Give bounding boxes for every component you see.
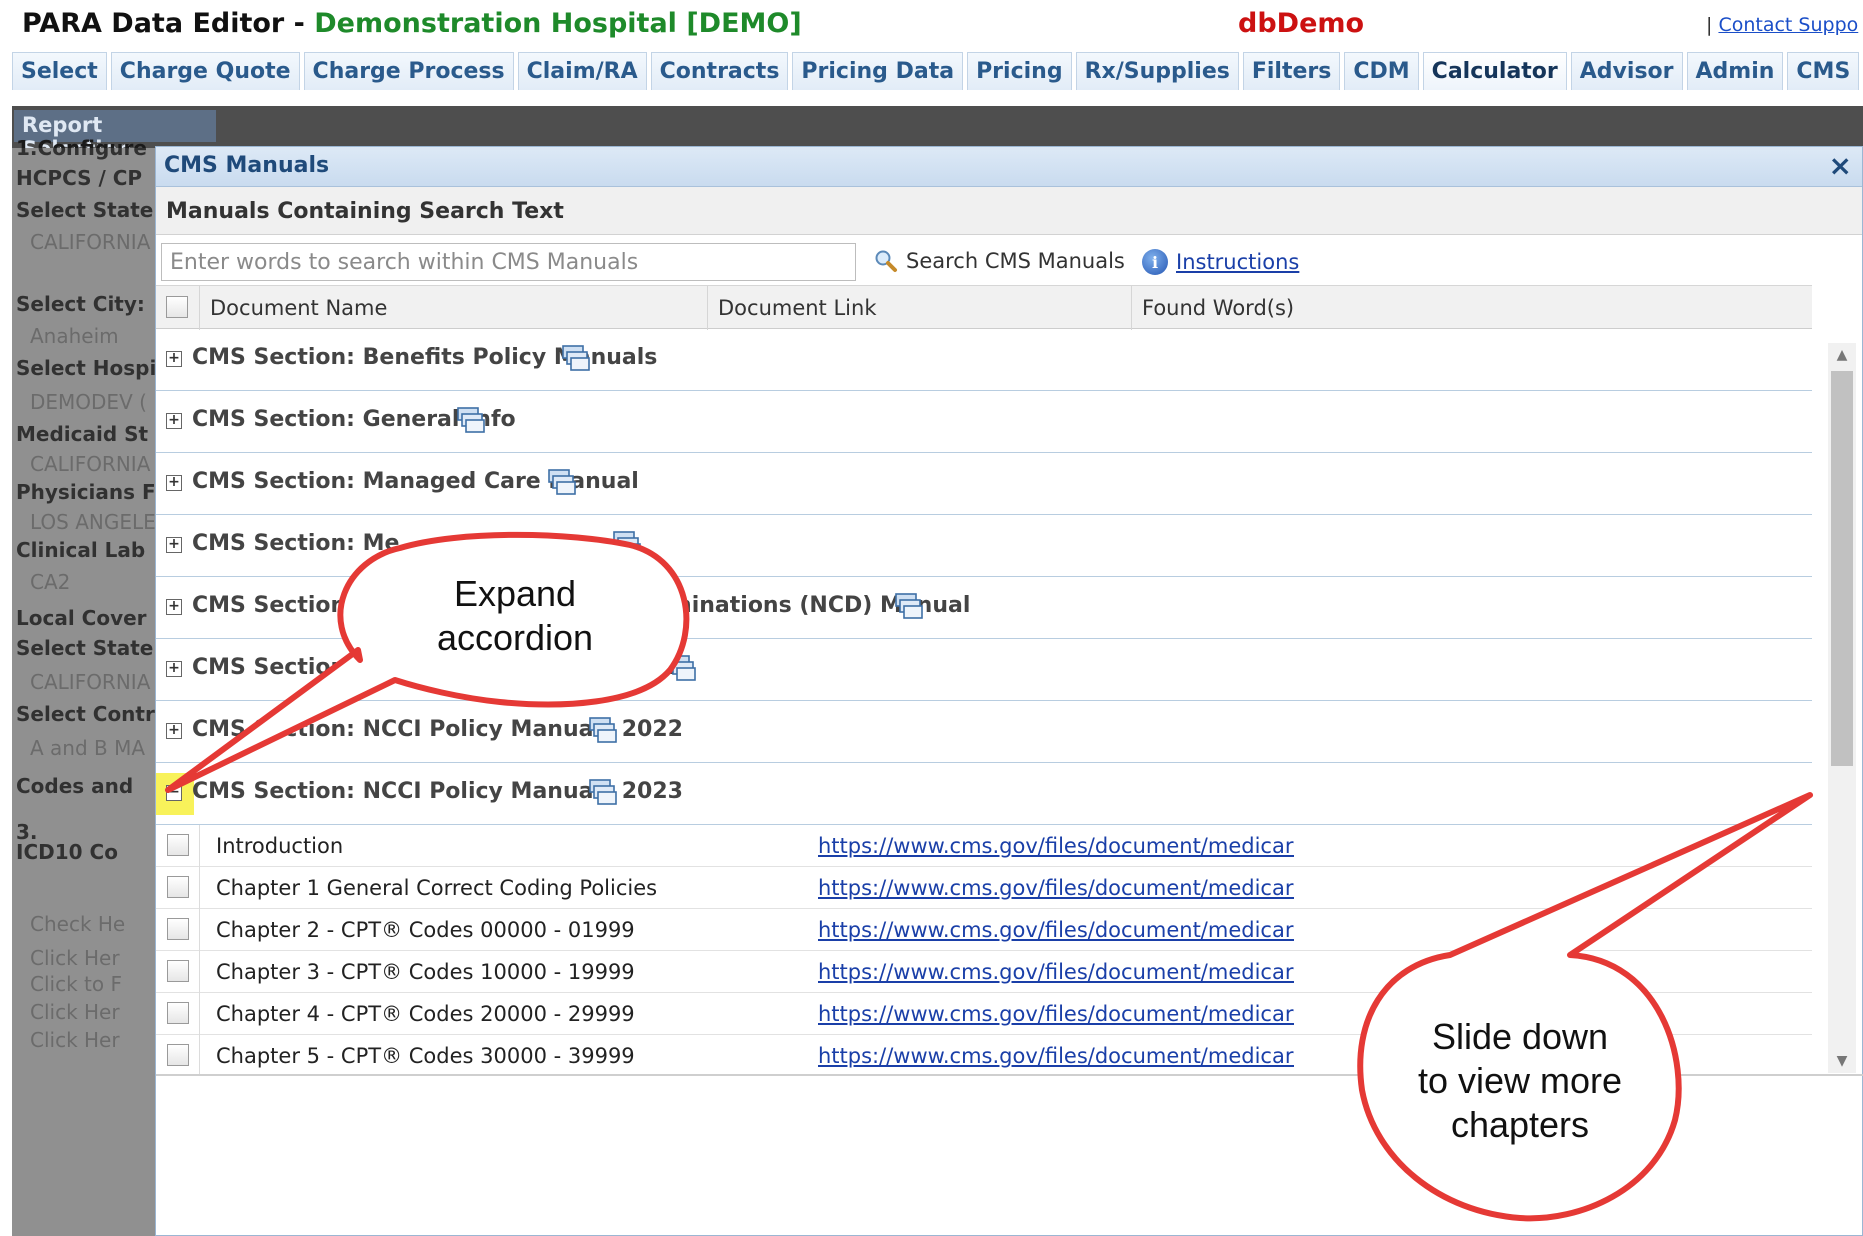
- slide-callout-line: to view more: [1417, 1060, 1623, 1101]
- slide-callout-text: Slide down to view more chapters: [1390, 1015, 1650, 1147]
- expand-callout-line: accordion: [436, 617, 594, 658]
- slide-callout-bubble: [1357, 792, 1813, 1222]
- slide-callout-line: Slide down: [1431, 1016, 1609, 1057]
- expand-callout-text: Expand accordion: [390, 572, 640, 660]
- slide-callout-line: chapters: [1450, 1104, 1590, 1145]
- expand-callout-line: Expand: [453, 573, 577, 614]
